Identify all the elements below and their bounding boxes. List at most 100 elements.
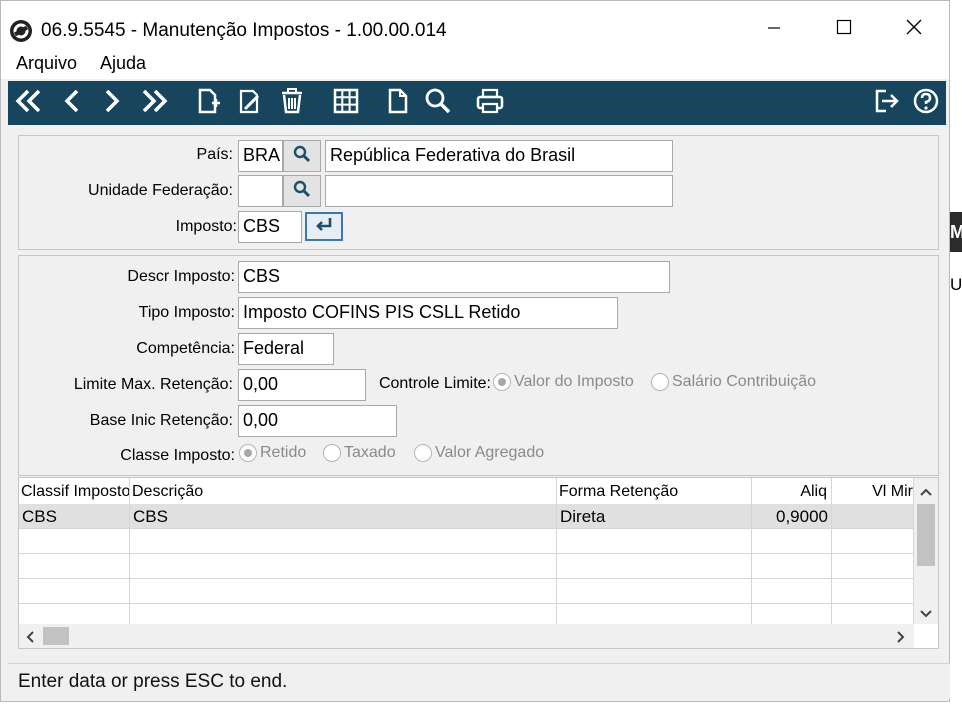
exit-button[interactable] — [870, 87, 902, 119]
column-header-vl-min[interactable]: Vl Mir — [832, 478, 914, 504]
next-record-button[interactable] — [96, 87, 128, 119]
grid-icon — [332, 87, 360, 120]
classe-retido-radio[interactable]: Retido — [239, 444, 306, 462]
chevron-up-icon[interactable] — [920, 484, 932, 502]
table-cell[interactable] — [752, 529, 832, 554]
horizontal-scrollbar[interactable] — [19, 624, 914, 648]
uf-name-field[interactable] — [325, 175, 673, 207]
menu-arquivo[interactable]: Arquivo — [16, 53, 77, 74]
search-button[interactable] — [422, 87, 454, 119]
radio-label: Salário Contribuição — [672, 373, 817, 390]
close-button[interactable] — [891, 11, 937, 47]
delete-button[interactable] — [276, 87, 308, 119]
close-icon — [906, 19, 922, 40]
controle-valor-imposto-radio[interactable]: Valor do Imposto — [493, 373, 634, 391]
window-title: 06.9.5545 - Manutenção Impostos - 1.00.0… — [41, 20, 447, 41]
table-cell[interactable] — [557, 554, 752, 579]
table-cell[interactable] — [557, 529, 752, 554]
radio-label: Valor Agregado — [435, 444, 545, 461]
first-record-button[interactable] — [12, 87, 44, 119]
base-retencao-label: Base Inic Retenção: — [89, 412, 233, 429]
limite-retencao-field[interactable]: 0,00 — [238, 369, 366, 401]
classe-valor-agregado-radio[interactable]: Valor Agregado — [414, 444, 544, 462]
vertical-scroll-thumb[interactable] — [917, 504, 935, 566]
competencia-label: Competência: — [136, 340, 235, 357]
menu-ajuda[interactable]: Ajuda — [100, 53, 146, 74]
new-document-button[interactable] — [382, 87, 414, 119]
pais-lookup-button[interactable] — [283, 140, 321, 172]
pais-name-field[interactable]: República Federativa do Brasil — [325, 140, 673, 172]
grid-button[interactable] — [330, 87, 362, 119]
table-cell[interactable] — [19, 604, 130, 624]
table-cell[interactable] — [19, 529, 130, 554]
table-cell[interactable] — [752, 579, 832, 604]
table-cell[interactable] — [130, 604, 557, 624]
minimize-button[interactable] — [751, 11, 797, 47]
classe-imposto-label: Classe Imposto: — [120, 447, 235, 464]
column-header-aliq[interactable]: Aliq — [752, 478, 832, 504]
pais-code-field[interactable]: BRA — [238, 140, 283, 172]
table-cell[interactable] — [832, 554, 914, 579]
table-cell[interactable]: 0,9000 — [752, 504, 832, 529]
controle-salario-radio[interactable]: Salário Contribuição — [651, 373, 816, 391]
table-cell[interactable]: Direta — [557, 504, 752, 529]
horizontal-scroll-thumb[interactable] — [43, 627, 69, 645]
table-cell[interactable] — [130, 554, 557, 579]
table-cell[interactable] — [832, 504, 914, 529]
table-cell[interactable] — [130, 579, 557, 604]
chevron-down-icon[interactable] — [920, 606, 932, 624]
table-cell[interactable] — [752, 554, 832, 579]
imposto-confirm-button[interactable] — [305, 212, 343, 241]
maximize-icon — [836, 19, 852, 40]
table-cell[interactable] — [557, 579, 752, 604]
exit-icon — [872, 87, 900, 120]
competencia-field[interactable]: Federal — [238, 333, 334, 365]
table-cell[interactable] — [557, 604, 752, 624]
classe-taxado-radio[interactable]: Taxado — [323, 444, 396, 462]
tipo-imposto-label: Tipo Imposto: — [138, 304, 235, 321]
menu-bar: Arquivo Ajuda — [1, 47, 949, 79]
imposto-code-field[interactable]: CBS — [238, 211, 302, 243]
next-icon — [97, 86, 127, 121]
enter-icon — [314, 216, 334, 237]
column-header-descricao[interactable]: Descrição — [130, 478, 557, 504]
column-header-classif[interactable]: Classif Imposto — [19, 478, 130, 504]
base-retencao-field[interactable]: 0,00 — [238, 405, 397, 437]
help-icon — [912, 87, 940, 120]
edit-button[interactable] — [234, 87, 266, 119]
radio-unselected-icon — [323, 444, 341, 462]
table-cell[interactable] — [19, 579, 130, 604]
radio-label: Taxado — [344, 444, 396, 461]
uf-code-field[interactable] — [238, 175, 283, 207]
limite-retencao-label: Limite Max. Retenção: — [73, 376, 233, 393]
edit-icon — [236, 87, 264, 120]
add-button[interactable] — [192, 87, 224, 119]
radio-label: Retido — [260, 444, 307, 461]
table-cell[interactable] — [19, 554, 130, 579]
table-cell[interactable] — [832, 579, 914, 604]
last-record-button[interactable] — [138, 87, 170, 119]
toolbar — [8, 81, 946, 125]
chevron-left-icon[interactable] — [25, 630, 35, 648]
background-fragment: U — [950, 275, 962, 294]
column-header-forma-retencao[interactable]: Forma Retenção — [557, 478, 752, 504]
table-cell[interactable]: CBS — [19, 504, 130, 529]
print-button[interactable] — [474, 87, 506, 119]
vertical-scrollbar[interactable] — [914, 478, 938, 624]
table-cell[interactable] — [832, 604, 914, 624]
table-cell[interactable] — [832, 529, 914, 554]
status-bar: Enter data or press ESC to end. — [8, 663, 950, 699]
table-cell[interactable] — [752, 604, 832, 624]
imposto-label: Imposto: — [175, 218, 237, 235]
help-button[interactable] — [910, 87, 942, 119]
table-cell[interactable]: CBS — [130, 504, 557, 529]
chevron-right-icon[interactable] — [896, 630, 906, 648]
search-icon — [293, 145, 311, 168]
previous-record-button[interactable] — [56, 87, 88, 119]
tipo-imposto-field[interactable]: Imposto COFINS PIS CSLL Retido — [238, 297, 618, 329]
table-cell[interactable] — [130, 529, 557, 554]
uf-lookup-button[interactable] — [283, 175, 321, 207]
maximize-button[interactable] — [821, 11, 867, 47]
descr-imposto-field[interactable]: CBS — [238, 261, 670, 293]
radio-unselected-icon — [651, 373, 669, 391]
